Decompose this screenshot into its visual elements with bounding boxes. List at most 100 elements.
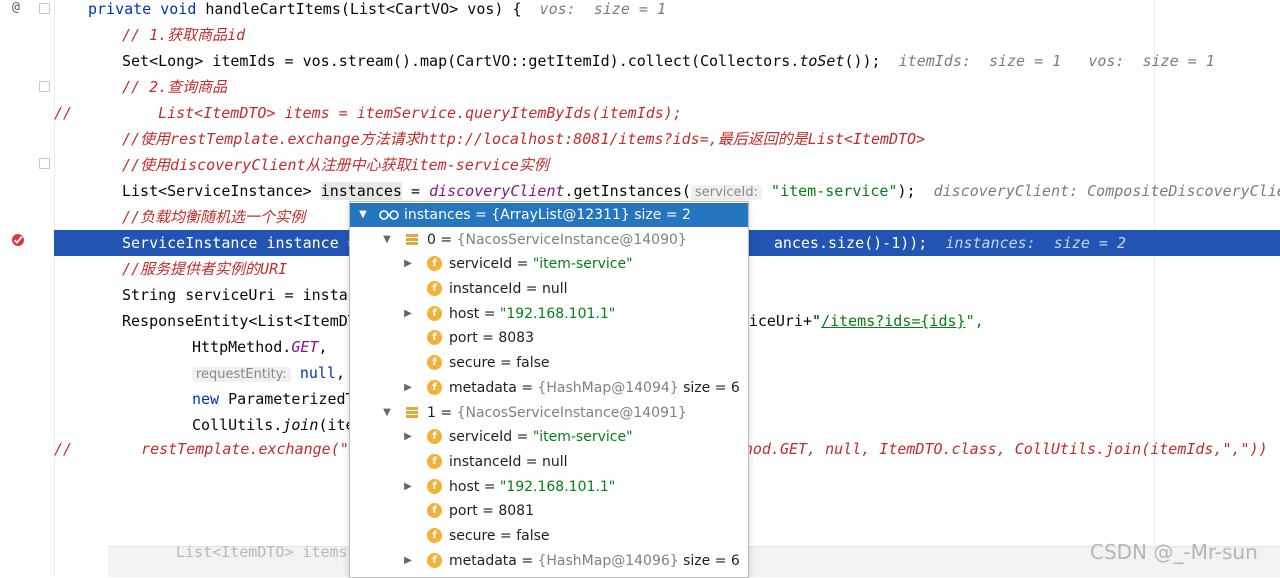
popup-field-row[interactable]: ▶ f serviceId = "item-service" (350, 252, 748, 276)
field-value: "192.168.101.1" (499, 478, 616, 495)
debug-inlay-value: instances: size = 2 (945, 234, 1127, 252)
code-text: , (335, 364, 345, 382)
code-text: ResponseEntity<List<ItemDT (122, 312, 357, 330)
field-discovery-client[interactable]: discoveryClient (429, 182, 564, 200)
field-equals: = (516, 429, 529, 445)
code-text: ()); (844, 52, 881, 70)
chevron-right-icon[interactable]: ▶ (402, 252, 414, 276)
comment-slashes: // (54, 104, 73, 122)
field-icon: f (427, 429, 442, 444)
chevron-down-icon[interactable]: ▼ (381, 401, 393, 425)
fold-toggle-icon[interactable] (39, 81, 50, 92)
override-marker-icon[interactable]: @ (12, 0, 20, 15)
debug-variable-popup[interactable]: ▼ instances = {ArrayList@12311} size = 2… (349, 201, 749, 578)
chevron-right-icon[interactable]: ▶ (402, 475, 414, 499)
popup-field-row[interactable]: f port = 8083 (350, 326, 748, 350)
chevron-right-icon[interactable]: ▶ (402, 376, 414, 400)
field-name: serviceId (449, 256, 513, 272)
field-equals: = (483, 305, 496, 322)
field-icon: f (427, 453, 442, 469)
code-comment[interactable]: // 1.获取商品id (122, 22, 1280, 48)
field-equals: = (521, 553, 534, 569)
variable-instances[interactable]: instances (320, 182, 402, 200)
chevron-right-icon[interactable]: ▶ (402, 302, 414, 326)
field-name: host (449, 478, 480, 495)
code-comment[interactable]: //使用restTemplate.exchange方法请求http://loca… (122, 126, 1280, 152)
field-icon: f (427, 503, 442, 519)
field-value: false (516, 355, 550, 372)
string-literal-url: /items?ids={ids} (821, 312, 966, 330)
field-value: 8081 (498, 503, 534, 520)
popup-field-row[interactable]: ▶ f host = "192.168.101.1" (350, 302, 748, 326)
fold-toggle-icon[interactable] (39, 3, 50, 14)
code-text: .getInstances( (564, 182, 691, 200)
string-literal: ", (965, 312, 984, 330)
commented-code: restTemplate.exchange(" (141, 440, 349, 458)
popup-field-row[interactable]: f secure = false (350, 351, 748, 375)
code-line[interactable]: Set<Long> itemIds = vos.stream().map(Car… (122, 48, 1280, 74)
parameter-hint: serviceId: (690, 185, 763, 200)
code-line[interactable]: private void handleCartItems(List<CartVO… (88, 0, 1280, 22)
field-icon: f (427, 380, 442, 395)
code-text: = (411, 182, 421, 200)
popup-root-row[interactable]: ▼ instances = {ArrayList@12311} size = 2 (350, 203, 748, 227)
keyword: void (160, 0, 197, 18)
field-icon: f (427, 478, 442, 494)
popup-field-row[interactable]: ▶ f metadata = {HashMap@14094} size = 6 (350, 376, 748, 400)
chevron-right-icon[interactable]: ▶ (402, 549, 414, 573)
popup-field-row[interactable]: ▶ f host = "192.168.101.1" (350, 475, 748, 499)
field-size: size = 6 (683, 380, 740, 396)
popup-field-row[interactable]: f secure = false (350, 524, 748, 548)
field-icon: f (427, 256, 442, 271)
debug-inlay-value: itemIds: size = 1 (898, 52, 1062, 70)
chevron-right-icon[interactable]: ▶ (402, 425, 414, 449)
field-equals: = (525, 280, 538, 297)
debug-inlay-value: vos: size = 1 (1088, 52, 1215, 70)
popup-field-row[interactable]: f instanceId = null (350, 450, 748, 474)
list-element-icon (406, 234, 418, 246)
keyword: null (299, 364, 336, 382)
field-equals: = (500, 528, 512, 545)
object-ref: {NacosServiceInstance@14090} (456, 232, 687, 248)
field-name: secure (449, 528, 496, 545)
popup-field-row[interactable]: f port = 8081 (350, 499, 748, 523)
field-icon: f (427, 305, 442, 321)
code-text: CollUtils. (192, 416, 283, 434)
keyword: private (88, 0, 152, 18)
field-icon: f (427, 280, 442, 296)
parameter-hint: requestEntity: (192, 367, 291, 382)
field-value: "item-service" (532, 429, 633, 445)
field-value: "item-service" (532, 256, 633, 272)
method-name: join (282, 416, 319, 434)
popup-list-item[interactable]: ▼ 1 = {NacosServiceInstance@14091} (350, 401, 748, 425)
field-size: size = 6 (683, 553, 740, 569)
breakpoint-check-icon[interactable] (10, 232, 26, 248)
field-value: 8083 (498, 330, 534, 347)
field-name: port (449, 330, 478, 347)
popup-field-row[interactable]: f instanceId = null (350, 277, 748, 301)
field-equals: = (525, 453, 538, 470)
code-comment[interactable]: //使用discoveryClient从注册中心获取item-service实例 (122, 152, 1280, 178)
keyword: new (192, 390, 220, 408)
fold-toggle-icon[interactable] (39, 158, 50, 169)
field-name: serviceId (449, 429, 513, 445)
chevron-down-icon[interactable]: ▼ (357, 203, 369, 227)
enum-constant: GET (291, 338, 319, 356)
field-name: host (449, 305, 480, 322)
code-text: , (318, 338, 328, 356)
code-comment[interactable]: // 2.查询商品 (122, 74, 1280, 100)
commented-code: List<ItemDTO> items = itemService.queryI… (158, 104, 682, 122)
field-equals: = (482, 330, 494, 347)
chevron-down-icon[interactable]: ▼ (381, 228, 393, 252)
variable-size: size = 2 (634, 207, 691, 223)
commented-code: hod.GET, null, ItemDTO.class, CollUtils.… (743, 440, 1268, 458)
popup-field-row[interactable]: ▶ f serviceId = "item-service" (350, 425, 748, 449)
editor-gutter[interactable]: @ (0, 0, 55, 576)
variable-name: instances (404, 207, 471, 223)
field-name: metadata (449, 553, 517, 569)
popup-list-item[interactable]: ▼ 0 = {NacosServiceInstance@14090} (350, 228, 748, 252)
element-index: 0 (427, 232, 436, 248)
popup-field-row[interactable]: ▶ f metadata = {HashMap@14096} size = 6 (350, 549, 748, 573)
debug-inlay-value: vos: size = 1 (539, 0, 666, 18)
code-comment[interactable]: // List<ItemDTO> items = itemService.quer… (54, 100, 1280, 126)
